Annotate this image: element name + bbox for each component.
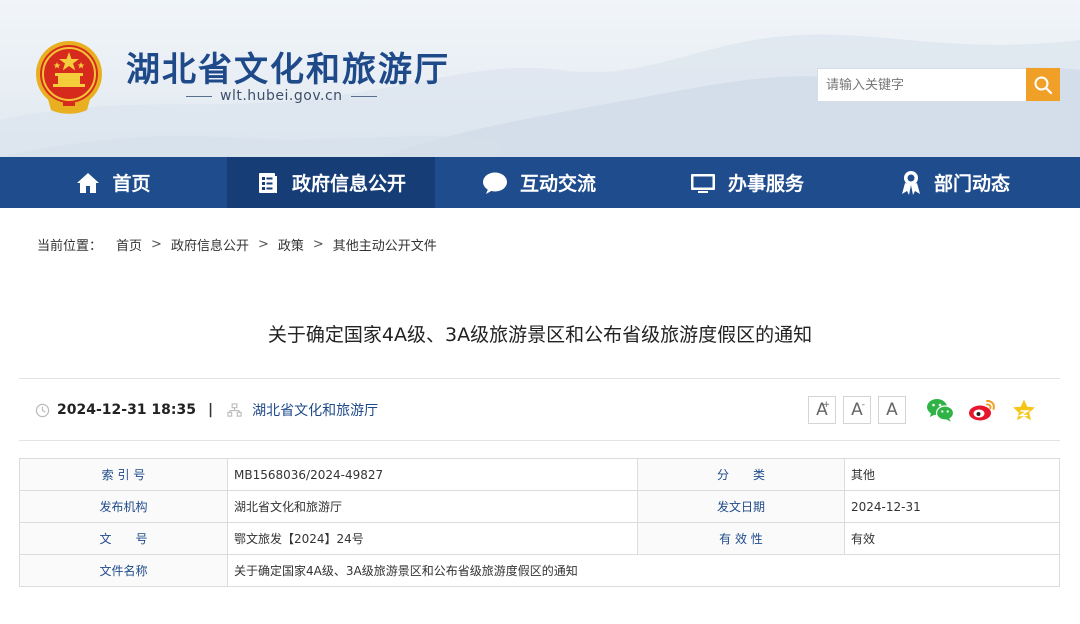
share-buttons <box>926 396 1038 424</box>
nav-item-label: 首页 <box>112 173 151 195</box>
publisher-value: 湖北省文化和旅游厅 <box>227 490 638 523</box>
category-value: 其他 <box>844 458 1060 491</box>
validity-label: 有 效 性 <box>637 522 845 555</box>
breadcrumb: 当前位置： 首页 > 政府信息公开 > 政策 > 其他主动公开文件 <box>37 235 437 254</box>
document-name-value: 关于确定国家4A级、3A级旅游景区和公布省级旅游度假区的通知 <box>227 554 1060 587</box>
monitor-icon <box>690 173 715 193</box>
index-number-label: 索 引 号 <box>19 458 228 491</box>
font-reset-label: A <box>886 400 898 420</box>
nav-item-home[interactable]: 首页 <box>0 157 227 208</box>
breadcrumb-item-gov-info[interactable]: 政府信息公开 <box>171 235 249 254</box>
publish-source: 湖北省文化和旅游厅 <box>252 403 379 419</box>
domain-left-rule <box>186 95 212 97</box>
domain-right-rule <box>350 95 377 97</box>
breadcrumb-lead: 当前位置： <box>37 239 103 254</box>
search-button[interactable] <box>1026 68 1060 101</box>
document-number-label: 文 号 <box>19 522 228 555</box>
validity-value: 有效 <box>844 522 1060 555</box>
category-label: 分 类 <box>637 458 845 491</box>
share-wechat-button[interactable] <box>926 396 954 424</box>
breadcrumb-item-other-files[interactable]: 其他主动公开文件 <box>333 235 437 254</box>
nav-item-gov-info[interactable]: 政府信息公开 <box>227 157 435 208</box>
breadcrumb-separator: > <box>312 237 324 252</box>
table-row: 发布机构 湖北省文化和旅游厅 发文日期 2024-12-31 <box>19 490 1060 523</box>
meta-separator: | <box>208 402 214 418</box>
breadcrumb-item-policy[interactable]: 政策 <box>278 235 304 254</box>
national-emblem-logo <box>36 41 102 114</box>
document-info-table: 索 引 号 MB1568036/2024-49827 分 类 其他 发布机构 湖… <box>19 458 1060 587</box>
organization-icon <box>227 402 242 417</box>
table-row: 文 号 鄂文旅发【2024】24号 有 效 性 有效 <box>19 522 1060 555</box>
nav-item-label: 互动交流 <box>519 173 596 195</box>
table-row: 索 引 号 MB1568036/2024-49827 分 类 其他 <box>19 458 1060 491</box>
font-increase-button[interactable]: A + <box>808 396 836 424</box>
publish-datetime: 2024-12-31 18:35 <box>57 402 196 418</box>
document-icon <box>258 172 277 193</box>
article-meta-bar: 2024-12-31 18:35 | 湖北省文化和旅游厅 A + A- A <box>19 378 1060 441</box>
nav-item-label: 办事服务 <box>727 173 804 195</box>
wechat-icon <box>927 399 954 422</box>
table-row: 文件名称 关于确定国家4A级、3A级旅游景区和公布省级旅游度假区的通知 <box>19 554 1060 587</box>
article-meta-info: 2024-12-31 18:35 | 湖北省文化和旅游厅 <box>35 400 378 420</box>
nav-item-interaction[interactable]: 互动交流 <box>435 157 643 208</box>
font-reset-button[interactable]: A <box>878 396 906 424</box>
favorite-button[interactable] <box>1010 396 1038 424</box>
main-nav: 首页 政府信息公开 互动交流 办事服务 部门动态 <box>0 157 1080 208</box>
chat-bubble-icon <box>482 172 507 194</box>
breadcrumb-separator: > <box>257 237 269 252</box>
favorite-star-icon <box>1013 399 1035 421</box>
award-icon <box>901 170 920 195</box>
issue-date-label: 发文日期 <box>637 490 845 523</box>
site-header: 湖北省文化和旅游厅 wlt.hubei.gov.cn <box>0 0 1080 157</box>
site-title: 湖北省文化和旅游厅 <box>126 50 450 90</box>
breadcrumb-item-home[interactable]: 首页 <box>116 235 142 254</box>
document-number-value: 鄂文旅发【2024】24号 <box>227 522 638 555</box>
nav-item-label: 政府信息公开 <box>291 173 406 195</box>
issue-date-value: 2024-12-31 <box>844 490 1060 523</box>
site-domain: wlt.hubei.gov.cn <box>220 88 343 104</box>
clock-icon <box>35 403 50 417</box>
nav-item-label: 部门动态 <box>933 173 1010 195</box>
search-icon <box>1034 76 1053 94</box>
share-weibo-button[interactable] <box>968 396 996 424</box>
nav-item-department-news[interactable]: 部门动态 <box>851 157 1059 208</box>
font-size-controls: A + A- A <box>808 396 906 424</box>
font-decrease-button[interactable]: A- <box>843 396 871 424</box>
home-icon <box>77 172 100 193</box>
weibo-icon <box>969 399 995 421</box>
site-domain-row: wlt.hubei.gov.cn <box>186 88 377 104</box>
index-number-value: MB1568036/2024-49827 <box>227 458 638 491</box>
publisher-label: 发布机构 <box>19 490 228 523</box>
breadcrumb-separator: > <box>151 237 162 252</box>
search-box <box>817 68 1060 102</box>
nav-item-services[interactable]: 办事服务 <box>643 157 851 208</box>
search-input[interactable] <box>818 69 1026 101</box>
article-title: 关于确定国家4A级、3A级旅游景区和公布省级旅游度假区的通知 <box>267 324 813 346</box>
document-name-label: 文件名称 <box>19 554 228 587</box>
